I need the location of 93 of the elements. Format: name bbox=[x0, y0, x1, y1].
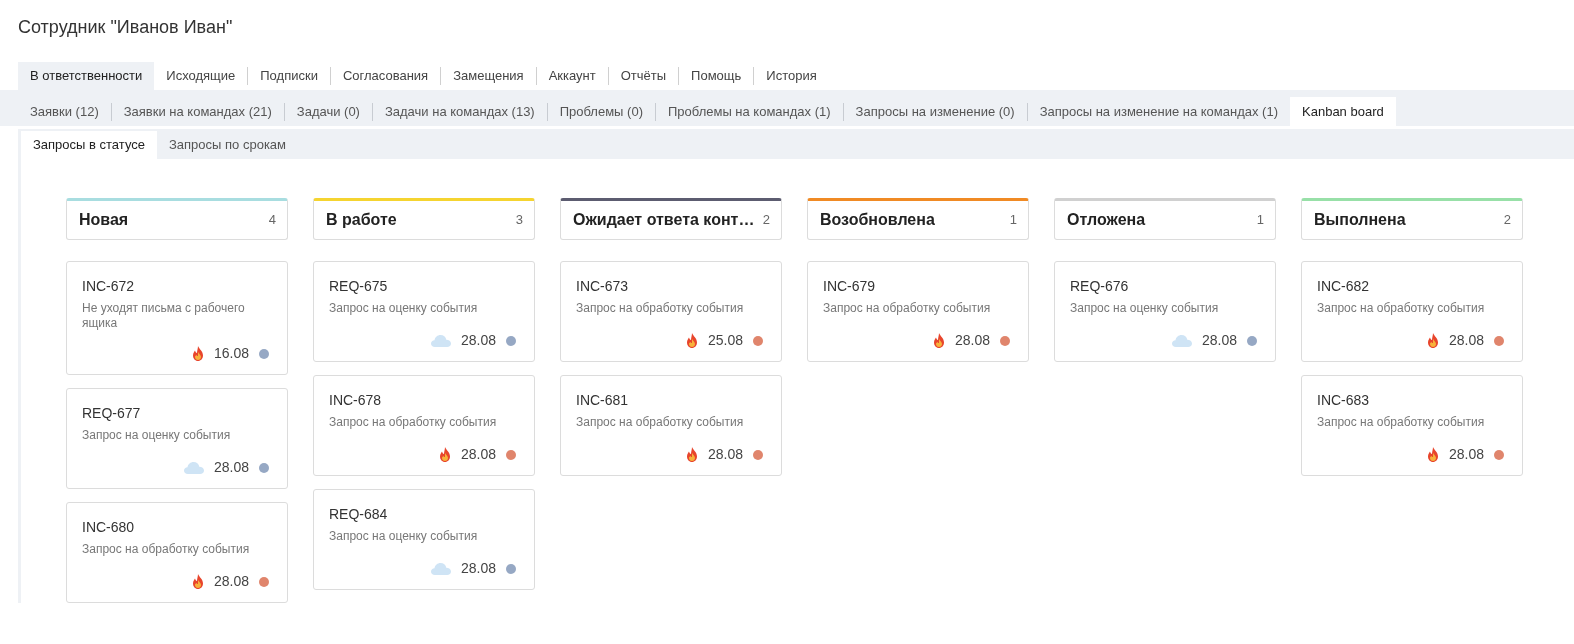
task-description: Не уходят письма с рабочего ящика bbox=[82, 301, 246, 331]
task-description: Запрос на оценку события bbox=[1070, 301, 1220, 316]
flame-icon bbox=[438, 447, 451, 462]
task-id: REQ-676 bbox=[1070, 277, 1130, 296]
task-description: Запрос на обработку события bbox=[1317, 415, 1486, 430]
task-description: Запрос на оценку события bbox=[82, 428, 232, 443]
subtab[interactable]: Запросы на изменение (0) bbox=[843, 97, 1027, 126]
due-date: 28.08 bbox=[954, 331, 990, 350]
due-date: 28.08 bbox=[213, 458, 249, 477]
flame-icon bbox=[1426, 447, 1439, 462]
task-id: INC-678 bbox=[329, 391, 383, 410]
task-id: INC-682 bbox=[1317, 277, 1371, 296]
due-date: 28.08 bbox=[1448, 445, 1484, 464]
task-description: Запрос на обработку события bbox=[576, 301, 745, 316]
view-tab[interactable]: Запросы по срокам bbox=[157, 131, 299, 159]
task-card[interactable]: INC-673 Запрос на обработку события 25.08 bbox=[560, 261, 782, 362]
subtab[interactable]: Задачи на командах (13) bbox=[372, 97, 547, 126]
view-tab[interactable]: Запросы в статусе bbox=[21, 131, 157, 159]
cloud-icon bbox=[183, 461, 204, 474]
task-id: REQ-684 bbox=[329, 505, 389, 524]
page-title: Сотрудник "Иванов Иван" bbox=[18, 16, 234, 39]
subtab[interactable]: Проблемы (0) bbox=[547, 97, 655, 126]
due-date: 28.08 bbox=[1201, 331, 1237, 350]
cloud-icon bbox=[1171, 334, 1192, 347]
task-description: Запрос на оценку события bbox=[329, 529, 479, 544]
task-card[interactable]: INC-680 Запрос на обработку события 28.08 bbox=[66, 502, 288, 603]
task-description: Запрос на обработку события bbox=[576, 415, 745, 430]
task-id: REQ-675 bbox=[329, 277, 389, 296]
task-card[interactable]: INC-681 Запрос на обработку события 28.08 bbox=[560, 375, 782, 476]
task-description: Запрос на обработку события bbox=[1317, 301, 1486, 316]
task-description: Запрос на обработку события bbox=[329, 415, 498, 430]
due-date: 28.08 bbox=[460, 331, 496, 350]
task-card[interactable]: REQ-675 Запрос на оценку события 28.08 bbox=[313, 261, 535, 362]
flame-icon bbox=[932, 333, 945, 348]
task-description: Запрос на обработку события bbox=[82, 542, 251, 557]
column-count: 2 bbox=[762, 211, 770, 230]
column-count: 3 bbox=[515, 211, 523, 230]
task-card[interactable]: REQ-676 Запрос на оценку события 28.08 bbox=[1054, 261, 1276, 362]
column-count: 1 bbox=[1009, 211, 1017, 230]
task-id: INC-673 bbox=[576, 277, 630, 296]
tab[interactable]: История bbox=[754, 62, 829, 90]
task-card[interactable]: REQ-684 Запрос на оценку события 28.08 bbox=[313, 489, 535, 590]
task-id: INC-679 bbox=[823, 277, 877, 296]
subtab[interactable]: Заявки на командах (21) bbox=[111, 97, 284, 126]
due-date: 28.08 bbox=[707, 445, 743, 464]
tab[interactable]: Исходящие bbox=[154, 62, 248, 90]
task-id: INC-672 bbox=[82, 277, 136, 296]
column-title: Возобновлена bbox=[820, 210, 935, 230]
cloud-icon bbox=[430, 562, 451, 575]
task-id: REQ-677 bbox=[82, 404, 142, 423]
column-title: Выполнена bbox=[1314, 210, 1406, 230]
due-date: 28.08 bbox=[460, 445, 496, 464]
flame-icon bbox=[1426, 333, 1439, 348]
subtab[interactable]: Запросы на изменение на командах (1) bbox=[1027, 97, 1290, 126]
column-title: Ожидает ответа конт… bbox=[573, 210, 755, 230]
subtab[interactable]: Проблемы на командах (1) bbox=[655, 97, 843, 126]
task-id: INC-681 bbox=[576, 391, 630, 410]
flame-icon bbox=[685, 333, 698, 348]
tab[interactable]: Аккаунт bbox=[536, 62, 608, 90]
column-title: В работе bbox=[326, 210, 397, 230]
due-date: 16.08 bbox=[213, 344, 249, 363]
task-description: Запрос на оценку события bbox=[329, 301, 479, 316]
task-card[interactable]: INC-679 Запрос на обработку события 28.08 bbox=[807, 261, 1029, 362]
task-id: INC-680 bbox=[82, 518, 136, 537]
task-card[interactable]: INC-683 Запрос на обработку события 28.08 bbox=[1301, 375, 1523, 476]
column-title: Отложена bbox=[1067, 210, 1146, 230]
task-description: Запрос на обработку события bbox=[823, 301, 992, 316]
due-date: 28.08 bbox=[1448, 331, 1484, 350]
subtab[interactable]: Заявки (12) bbox=[18, 97, 111, 126]
tab[interactable]: Подписки bbox=[248, 62, 330, 90]
tab[interactable]: Помощь bbox=[679, 62, 754, 90]
tab[interactable]: Замещения bbox=[441, 62, 536, 90]
subtab[interactable]: Задачи (0) bbox=[284, 97, 372, 126]
tab[interactable]: Отчёты bbox=[608, 62, 679, 90]
flame-icon bbox=[685, 447, 698, 462]
due-date: 28.08 bbox=[460, 559, 496, 578]
column-title: Новая bbox=[79, 210, 129, 230]
cloud-icon bbox=[430, 334, 451, 347]
due-date: 25.08 bbox=[707, 331, 743, 350]
due-date: 28.08 bbox=[213, 572, 249, 591]
tab[interactable]: Согласования bbox=[330, 62, 441, 90]
flame-icon bbox=[191, 346, 204, 361]
column-count: 1 bbox=[1256, 211, 1264, 230]
column-count: 4 bbox=[268, 211, 276, 230]
task-card[interactable]: INC-682 Запрос на обработку события 28.08 bbox=[1301, 261, 1523, 362]
tab[interactable]: В ответственности bbox=[18, 62, 155, 90]
flame-icon bbox=[191, 574, 204, 589]
task-card[interactable]: REQ-677 Запрос на оценку события 28.08 bbox=[66, 388, 288, 489]
subtab[interactable]: Kanban board bbox=[1290, 97, 1396, 126]
task-card[interactable]: INC-678 Запрос на обработку события 28.08 bbox=[313, 375, 535, 476]
column-count: 2 bbox=[1503, 211, 1511, 230]
task-card[interactable]: INC-672 Не уходят письма с рабочего ящика 16.08 bbox=[66, 261, 288, 375]
task-id: INC-683 bbox=[1317, 391, 1371, 410]
